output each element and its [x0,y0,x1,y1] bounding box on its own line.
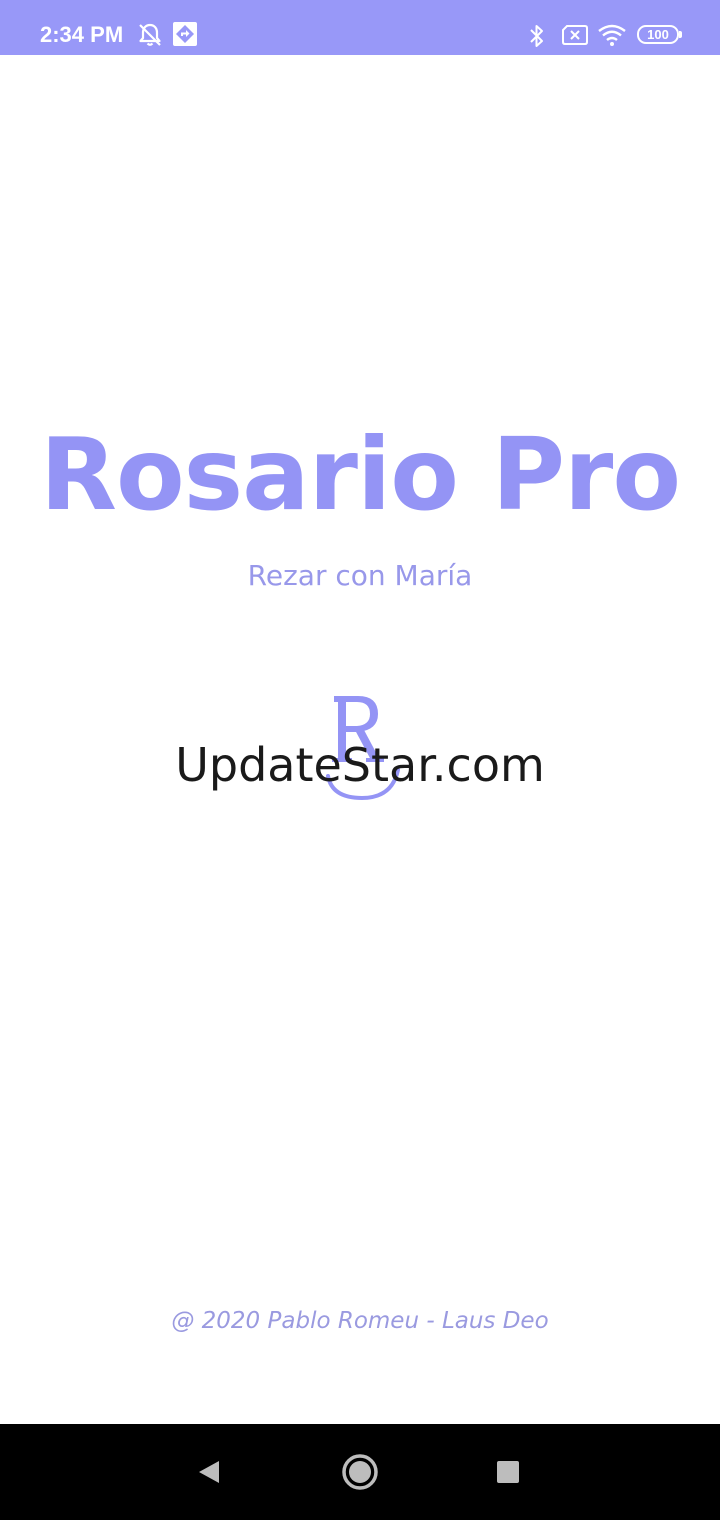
status-bar: 2:34 PM 100 [0,0,720,55]
navigation-app-icon [173,22,197,46]
app-title: Rosario Pro [39,416,681,533]
footer-credit: @ 2020 Pablo Romeu - Laus Deo [171,1308,549,1334]
bluetooth-icon [530,25,543,47]
recents-icon[interactable] [480,1444,536,1500]
watermark-text: UpdateStar.com [175,738,545,792]
battery-icon: 100 [637,25,682,44]
wifi-icon [598,24,626,46]
splash-screen: 2:34 PM 100 Rosario Pro Rezar con María … [0,0,720,1520]
status-time: 2:34 PM [40,22,124,47]
back-icon[interactable] [180,1444,236,1500]
alarm-off-icon [139,23,161,46]
no-sim-icon [562,25,588,45]
app-subtitle: Rezar con María [247,559,473,592]
battery-level: 100 [647,27,669,42]
navigation-bar [0,1424,720,1520]
home-icon[interactable] [332,1444,388,1500]
